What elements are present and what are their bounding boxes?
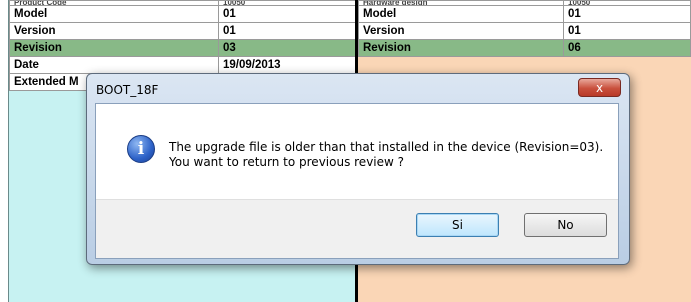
table-row-highlighted: Revision 03	[9, 39, 357, 57]
message-line-1: The upgrade file is older than that inst…	[169, 140, 604, 154]
message-line-2: You want to return to previous review ?	[169, 155, 405, 169]
row-label: Model	[9, 5, 219, 23]
dialog-title: BOOT_18F	[96, 83, 159, 97]
row-value: 03	[218, 39, 357, 57]
close-button[interactable]: x	[578, 78, 621, 97]
row-label: Revision	[9, 39, 219, 57]
table-row: Version 01	[358, 22, 691, 40]
table-row: Version 01	[9, 22, 357, 40]
dialog-button-bar: Si No	[96, 199, 618, 258]
table-row-highlighted: Revision 06	[358, 39, 691, 57]
dialog-message: The upgrade file is older than that inst…	[169, 140, 603, 170]
close-icon: x	[595, 81, 604, 95]
row-label: Revision	[358, 39, 564, 57]
info-icon: i	[127, 135, 155, 163]
row-value: 01	[218, 22, 357, 40]
info-icon-glyph: i	[137, 139, 145, 159]
row-value: 06	[563, 39, 691, 57]
row-label: Model	[358, 5, 564, 23]
no-button[interactable]: No	[524, 213, 607, 237]
row-label: Version	[9, 22, 219, 40]
row-value: 01	[218, 5, 357, 23]
row-label: Date	[9, 56, 219, 74]
row-value: 01	[563, 22, 691, 40]
dialog-content: i The upgrade file is older than that in…	[95, 103, 619, 259]
table-row: Model 01	[9, 5, 357, 23]
table-row: Date 19/09/2013	[9, 56, 357, 74]
table-row: Model 01	[358, 5, 691, 23]
row-label: Version	[358, 22, 564, 40]
yes-button[interactable]: Si	[416, 213, 499, 237]
row-value: 01	[563, 5, 691, 23]
upgrade-warning-dialog: BOOT_18F x i The upgrade file is older t…	[86, 73, 630, 265]
row-value: 19/09/2013	[218, 56, 357, 74]
upgrade-file-table: Hardware design 10050 Model 01 Version 0…	[358, 0, 691, 57]
